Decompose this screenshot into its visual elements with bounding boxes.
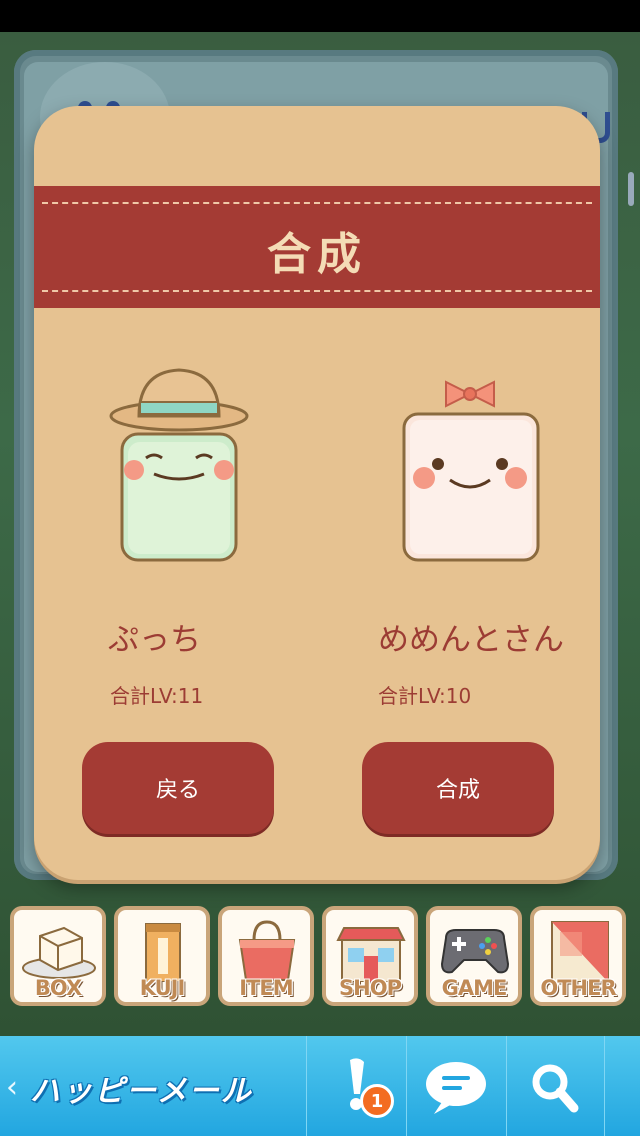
menu-item-box[interactable]: BOX [10, 906, 106, 1006]
combine-button[interactable]: 合成 [362, 742, 554, 834]
menu-item-item[interactable]: ITEM [218, 906, 314, 1006]
ribbon-stitch-top [42, 202, 592, 204]
divider [306, 1036, 307, 1136]
status-bar [0, 0, 640, 32]
divider [506, 1036, 507, 1136]
shop-building-icon [336, 927, 406, 982]
tote-bag-icon [238, 920, 296, 981]
character-mementosan-image [386, 354, 556, 566]
tofu-plate-icon [22, 926, 96, 979]
omikuji-box-icon [145, 923, 181, 982]
character-putchi-image [94, 354, 264, 566]
dialog-title-ribbon: 合成 [34, 186, 600, 308]
divider [406, 1036, 407, 1136]
character-level-left: 合計LV:11 [110, 684, 204, 708]
menu-item-label: KUJI [139, 976, 186, 1000]
back-button[interactable]: 戻る [82, 742, 274, 834]
menu-item-other[interactable]: OTHER [530, 906, 626, 1006]
combine-dialog: 合成 ぷっち めめんとさん 合計LV:11 合計LV:10 戻る 合成 [34, 106, 600, 880]
chevron-left-icon[interactable]: ‹ [6, 1070, 18, 1105]
menu-item-label: OTHER [540, 976, 616, 1000]
character-name-right: めめんとさん [378, 622, 564, 658]
menu-item-game[interactable]: GAME [426, 906, 522, 1006]
menu-item-kuji[interactable]: KUJI [114, 906, 210, 1006]
menu-item-label: BOX [34, 976, 82, 1000]
gamepad-icon [440, 929, 510, 974]
menu-item-label: ITEM [239, 976, 293, 1000]
notification-badge: 1 [360, 1084, 394, 1118]
game-menu-bar: BOX KUJI ITEM SHOP GAME OTHER [0, 900, 640, 1012]
scrollbar[interactable] [628, 172, 634, 206]
bottom-app-bar: ‹ ハッピーメール [0, 1036, 640, 1136]
folded-card-icon [551, 921, 609, 982]
character-name-left: ぷっち [108, 622, 201, 658]
menu-item-label: GAME [441, 976, 508, 1000]
chat-icon[interactable] [416, 1056, 496, 1118]
character-level-right: 合計LV:10 [378, 684, 472, 708]
brand-logo[interactable]: ハッピーメール [30, 1066, 253, 1110]
search-icon[interactable] [514, 1056, 594, 1118]
menu-item-shop[interactable]: SHOP [322, 906, 418, 1006]
ribbon-stitch-bottom [42, 290, 592, 292]
dialog-title: 合成 [267, 229, 367, 280]
divider [604, 1036, 605, 1136]
menu-item-label: SHOP [339, 976, 402, 1000]
